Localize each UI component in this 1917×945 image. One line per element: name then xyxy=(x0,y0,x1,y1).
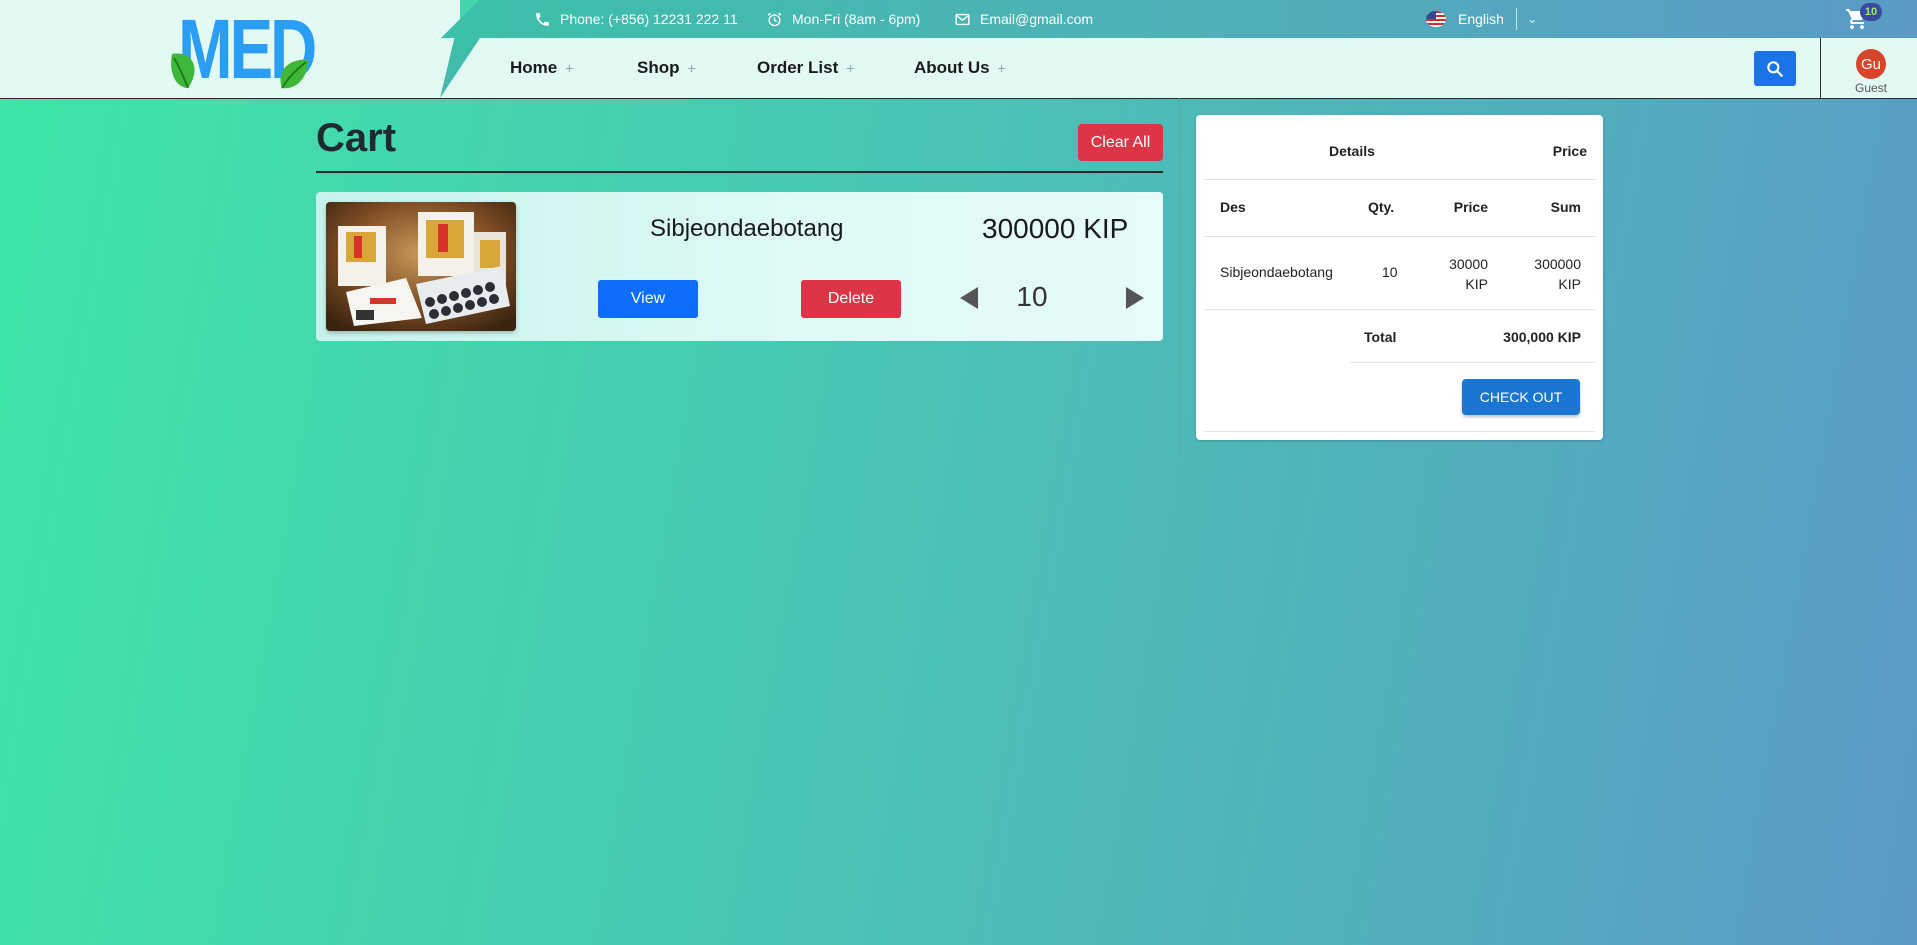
view-button[interactable]: View xyxy=(598,280,698,318)
plus-icon: + xyxy=(997,60,1006,76)
nav-order-list-label: Order List xyxy=(757,58,839,77)
row-price-unit: KIP xyxy=(1465,276,1488,292)
row-price: 30000 KIP xyxy=(1449,254,1488,294)
plus-icon: + xyxy=(687,60,696,76)
chevron-down-icon[interactable]: ⌄ xyxy=(1527,11,1538,27)
col-price: Price xyxy=(1453,199,1488,215)
contact-phone[interactable]: Phone: (+856) 12231 222 11 xyxy=(534,0,738,38)
contact-email[interactable]: Email@gmail.com xyxy=(954,0,1093,38)
leaf-icon xyxy=(171,53,195,89)
quantity-value: 10 xyxy=(1016,281,1048,312)
checkout-button[interactable]: CHECK OUT xyxy=(1462,379,1580,415)
email-text: Email@gmail.com xyxy=(980,11,1094,27)
hours-text: Mon-Fri (8am - 6pm) xyxy=(792,11,921,27)
plus-icon: + xyxy=(565,60,574,76)
row-des: Sibjeondaebotang xyxy=(1220,264,1333,280)
title-divider xyxy=(316,171,1163,173)
total-value: 300,000 KIP xyxy=(1503,329,1581,345)
phone-icon xyxy=(536,12,549,26)
summary-item-row: Sibjeondaebotang 10 30000 KIP 300000 KIP xyxy=(1204,237,1595,310)
language-selector[interactable]: English ⌄ xyxy=(1426,0,1538,38)
search-icon xyxy=(1767,60,1783,77)
summary-header-row: Details Price xyxy=(1204,115,1595,180)
summary-columns-row: Des Qty. Price Sum xyxy=(1204,180,1595,237)
decrease-quantity-icon[interactable] xyxy=(960,287,978,309)
user-divider xyxy=(1820,38,1821,98)
nav-shop-label: Shop xyxy=(637,58,680,77)
section-divider xyxy=(1179,98,1180,456)
col-sum: Sum xyxy=(1550,199,1581,215)
col-qty: Qty. xyxy=(1368,199,1395,215)
delete-button[interactable]: Delete xyxy=(801,280,901,318)
language-label: English xyxy=(1458,11,1504,27)
details-header: Details xyxy=(1329,143,1375,159)
row-sum-unit: KIP xyxy=(1558,276,1581,292)
col-des: Des xyxy=(1220,199,1246,215)
price-header: Price xyxy=(1552,143,1587,159)
row-price-amount: 30000 xyxy=(1449,256,1488,272)
nav-home-label: Home xyxy=(510,58,558,77)
language-separator xyxy=(1515,8,1517,30)
site-logo[interactable]: MED xyxy=(168,4,318,96)
cart-item: Sibjeondaebotang 300000 KIP View Delete … xyxy=(316,192,1163,341)
avatar[interactable]: Gu xyxy=(1856,49,1886,79)
order-summary-card: Details Price Des Qty. Price Sum Sibjeon… xyxy=(1196,115,1603,440)
product-image[interactable] xyxy=(326,202,516,331)
opening-hours: Mon-Fri (8am - 6pm) xyxy=(766,0,920,38)
site-header: MED Phone: (+856) 12231 222 11 Mon-Fri (… xyxy=(0,0,1917,99)
page-title: Cart xyxy=(316,116,397,160)
alarm-clock-icon xyxy=(767,12,782,26)
item-price: 300000 KIP xyxy=(982,213,1129,244)
nav-about-us[interactable]: About Us + xyxy=(914,38,1006,98)
summary-total-row: Total 300,000 KIP xyxy=(1350,310,1595,363)
nav-order-list[interactable]: Order List + xyxy=(757,38,854,98)
phone-text: Phone: (+856) 12231 222 11 xyxy=(560,11,738,27)
product-photo-illustration xyxy=(326,202,516,331)
plus-icon: + xyxy=(846,60,855,76)
clear-all-button[interactable]: Clear All xyxy=(1078,124,1163,161)
mail-icon xyxy=(955,13,970,25)
nav-shop[interactable]: Shop + xyxy=(637,38,696,98)
row-sum-amount: 300000 xyxy=(1534,256,1581,272)
row-sum: 300000 KIP xyxy=(1534,254,1581,294)
item-name: Sibjeondaebotang xyxy=(650,215,844,242)
us-flag-icon xyxy=(1426,11,1446,27)
user-label: Guest xyxy=(1854,81,1887,95)
row-qty: 10 xyxy=(1382,264,1398,280)
cart-count-badge: 10 xyxy=(1860,3,1882,21)
increase-quantity-icon[interactable] xyxy=(1126,287,1144,309)
search-button[interactable] xyxy=(1754,51,1796,86)
leaf-icon xyxy=(280,59,308,89)
nav-home[interactable]: Home + xyxy=(510,38,573,98)
summary-bottom-rule xyxy=(1204,431,1595,432)
nav-about-us-label: About Us xyxy=(914,58,990,77)
total-label: Total xyxy=(1364,329,1397,345)
